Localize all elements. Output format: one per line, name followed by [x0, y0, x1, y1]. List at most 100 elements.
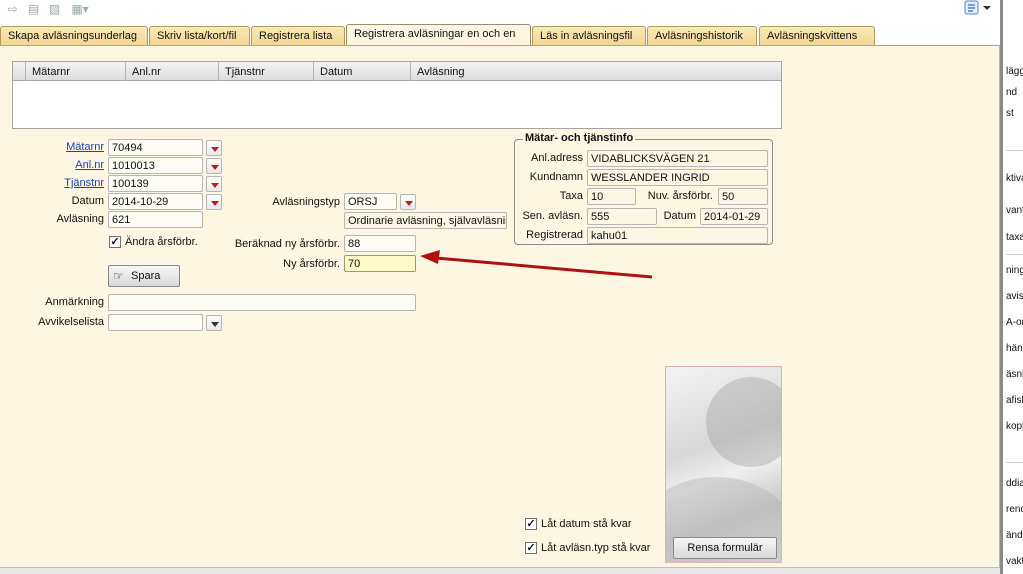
registrerad-label: Registrerad	[526, 229, 583, 241]
grid-col-anlnr[interactable]: Anl.nr	[125, 62, 218, 81]
tab-avlasningshistorik[interactable]: Avläsningshistorik	[647, 26, 757, 46]
side-menu-item[interactable]: st	[1006, 108, 1023, 119]
grid-col-tjanstnr[interactable]: Tjänstnr	[218, 62, 313, 81]
nuv-arsforbr-field: 50	[718, 188, 768, 205]
tab-bar: Skapa avläsningsunderlag Skriv lista/kor…	[0, 24, 1000, 46]
matar-tjanstinfo-title: Mätar- och tjänstinfo	[523, 132, 636, 144]
tab-avlasningskvittens[interactable]: Avläsningskvittens	[759, 26, 875, 46]
tab-skriv-lista[interactable]: Skriv lista/kort/fil	[149, 26, 250, 46]
andra-arsforbr-checkbox[interactable]: ✓	[109, 236, 121, 248]
avvikelselista-field[interactable]	[108, 314, 203, 331]
anlnr-dropdown-icon[interactable]	[206, 158, 222, 174]
matarnr-link[interactable]: Mätarnr	[40, 141, 104, 153]
avvikelselista-dropdown-icon[interactable]	[206, 315, 222, 331]
avlasningstyp-field[interactable]: ORSJ	[344, 193, 397, 210]
lat-avlasn-checkbox[interactable]: ✓	[525, 542, 537, 554]
matarnr-field[interactable]: 70494	[108, 139, 203, 156]
spara-button[interactable]: ☞ Spara	[108, 265, 180, 287]
anlnr-field[interactable]: 1010013	[108, 157, 203, 174]
side-menu-divider	[1006, 254, 1023, 255]
side-menu-divider	[1006, 150, 1023, 151]
beraknad-field[interactable]: 88	[344, 235, 416, 252]
save-hand-icon: ☞	[113, 269, 124, 283]
tjanstnr-field[interactable]: 100139	[108, 175, 203, 192]
print-icon[interactable]: ▤	[25, 2, 42, 17]
image-shape-2	[706, 377, 781, 467]
grid-col-matarnr[interactable]: Mätarnr	[25, 62, 125, 81]
open-icon[interactable]: ⇨	[4, 2, 21, 17]
grid-header-selector	[13, 62, 25, 81]
anmarkning-label: Anmärkning	[45, 296, 104, 308]
side-menu-item[interactable]: lägg	[1006, 66, 1023, 77]
registrerad-field: kahu01	[587, 227, 768, 244]
avlasning-field[interactable]: 621	[108, 211, 203, 228]
side-menu-item[interactable]: taxa	[1006, 232, 1023, 243]
tab-skapa-avlasningsunderlag[interactable]: Skapa avläsningsunderlag	[0, 26, 148, 46]
annotation-arrow-icon	[420, 250, 653, 279]
tab-las-in-avlasningsfil[interactable]: Läs in avläsningsfil	[532, 26, 646, 46]
avlasningstyp-label: Avläsningstyp	[272, 196, 340, 208]
andra-arsforbr-label: Ändra årsförbr.	[125, 236, 198, 248]
ny-arsforbr-field[interactable]: 70	[344, 255, 416, 272]
readings-grid[interactable]: Mätarnr Anl.nr Tjänstnr Datum Avläsning	[12, 61, 782, 129]
side-menu-item[interactable]: händ	[1006, 343, 1023, 354]
matarnr-dropdown-icon[interactable]	[206, 140, 222, 156]
spara-label: Spara	[131, 270, 161, 282]
tab-registrera-lista[interactable]: Registrera lista	[251, 26, 345, 46]
grid-header: Mätarnr Anl.nr Tjänstnr Datum Avläsning	[13, 62, 781, 81]
side-menu-item[interactable]: vakt	[1006, 556, 1023, 567]
anlnr-link[interactable]: Anl.nr	[40, 159, 104, 171]
side-menu-item[interactable]: äsni	[1006, 369, 1023, 380]
side-menu-item[interactable]: ktiva	[1006, 173, 1023, 184]
lat-datum-label: Låt datum stå kvar	[541, 518, 632, 530]
sen-datum-label: Datum	[663, 210, 696, 222]
nuv-arsforbr-label: Nuv. årsförbr.	[647, 190, 713, 202]
side-menu-item[interactable]: ning	[1006, 265, 1023, 276]
ny-arsforbr-label: Ny årsförbr.	[283, 258, 340, 270]
anmarkning-field[interactable]	[108, 294, 416, 311]
sen-datum-field: 2014-01-29	[700, 208, 768, 225]
beraknad-label: Beräknad ny årsförbr.	[234, 238, 340, 250]
anladress-label: Anl.adress	[531, 152, 583, 164]
tab-registrera-avlasningar[interactable]: Registrera avläsningar en och en	[346, 24, 531, 46]
export-icon[interactable]: ▦▾	[68, 2, 92, 17]
side-menu-item[interactable]: A-ord	[1006, 317, 1023, 328]
matar-tjanstinfo-group: Mätar- och tjänstinfo Anl.adress VIDABLI…	[514, 132, 773, 245]
side-menu-item[interactable]: ddia	[1006, 478, 1023, 489]
avvikelselista-label: Avvikelselista	[38, 316, 104, 328]
taxa-label: Taxa	[559, 190, 583, 202]
preview-icon[interactable]: ▧	[46, 2, 63, 17]
side-menu-item[interactable]: kopi	[1006, 421, 1023, 432]
avlasningstyp-description: Ordinarie avläsning, självavläsnin	[344, 212, 507, 229]
side-menu-item[interactable]: rend	[1006, 504, 1023, 515]
decorative-image: Rensa formulär	[665, 366, 782, 563]
help-icon[interactable]	[964, 0, 994, 18]
sen-avlasn-field: 555	[587, 208, 657, 225]
datum-field[interactable]: 2014-10-29	[108, 193, 203, 210]
lat-datum-checkbox[interactable]: ✓	[525, 518, 537, 530]
status-bar	[0, 567, 1000, 574]
tjanstnr-link[interactable]: Tjänstnr	[40, 177, 104, 189]
main-panel: Mätarnr Anl.nr Tjänstnr Datum Avläsning …	[0, 45, 1000, 567]
side-menu-item[interactable]: ände	[1006, 530, 1023, 541]
datum-dropdown-icon[interactable]	[206, 194, 222, 210]
sen-avlasn-label: Sen. avläsn.	[522, 210, 583, 222]
grid-col-datum[interactable]: Datum	[313, 62, 410, 81]
tjanstnr-dropdown-icon[interactable]	[206, 176, 222, 192]
side-menu-item[interactable]: vant	[1006, 205, 1023, 216]
anladress-field: VIDABLICKSVÄGEN 21	[587, 150, 768, 167]
kundnamn-label: Kundnamn	[529, 171, 583, 183]
side-menu-item[interactable]: afisk	[1006, 395, 1023, 406]
rensa-formular-button[interactable]: Rensa formulär	[673, 537, 777, 559]
side-menu-item[interactable]: nd	[1006, 87, 1023, 98]
taxa-field: 10	[587, 188, 636, 205]
avlasning-label: Avläsning	[56, 213, 105, 225]
grid-col-avlasning[interactable]: Avläsning	[410, 62, 781, 81]
lat-avlasn-label: Låt avläsn.typ stå kvar	[541, 542, 651, 554]
side-menu: lägg nd st ktiva vant taxa ning avis A-o…	[1000, 0, 1023, 574]
avlasningstyp-dropdown-icon[interactable]	[400, 194, 416, 210]
side-menu-item[interactable]: avis	[1006, 291, 1023, 302]
datum-label: Datum	[71, 195, 104, 207]
side-menu-divider	[1006, 462, 1023, 463]
kundnamn-field: WESSLANDER INGRID	[587, 169, 768, 186]
